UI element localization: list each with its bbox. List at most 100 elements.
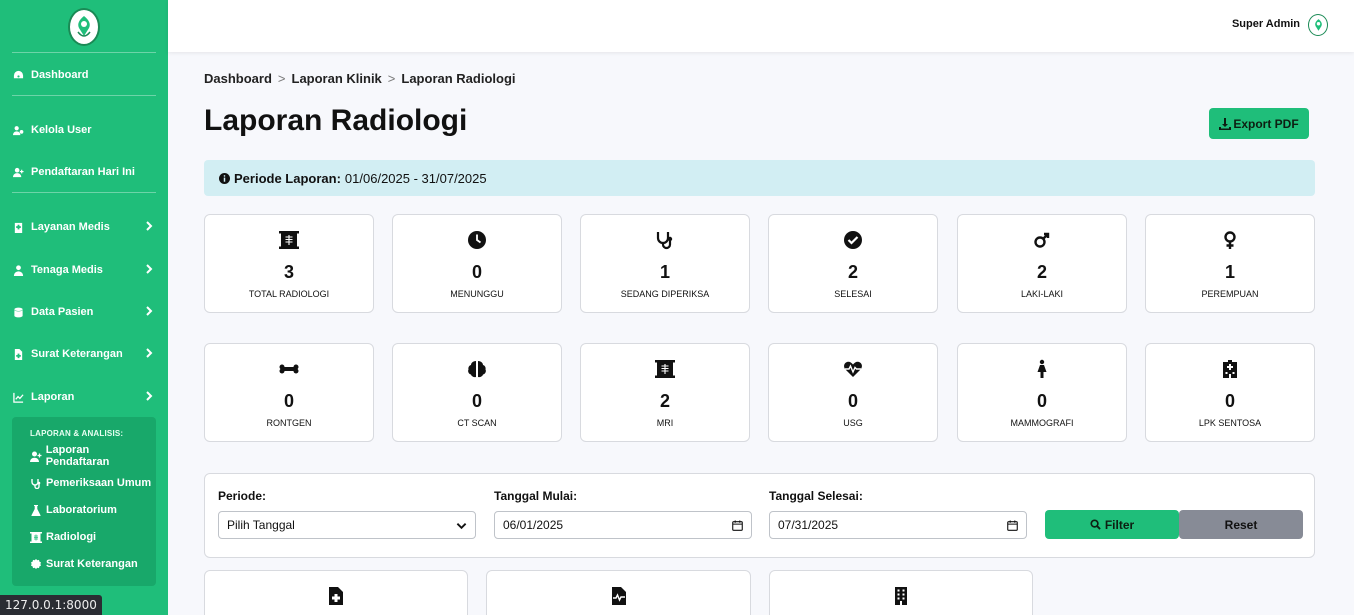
calendar-icon[interactable] [1007, 519, 1018, 531]
tanggal-mulai-label: Tanggal Mulai: [494, 489, 578, 503]
tanggal-selesai-value: 07/31/2025 [778, 518, 839, 532]
stat-card-selesai: 2 SELESAI [768, 214, 938, 313]
reset-button[interactable]: Reset [1179, 510, 1303, 539]
sidebar-item-surat-keterangan[interactable]: Surat Keterangan [0, 339, 168, 369]
stat-value: 1 [659, 262, 670, 282]
chevron-right-icon [144, 306, 154, 316]
stat-card-laki-laki: 2 LAKI-LAKI [957, 214, 1127, 313]
stethoscope-icon [656, 232, 673, 250]
sidebar-item-label: Surat Keterangan [31, 348, 123, 360]
sidebar-item-tenaga-medis[interactable]: Tenaga Medis [0, 255, 168, 285]
file-waveform-icon [611, 587, 626, 605]
sidebar-item-pendaftaran-hari-ini[interactable]: Pendaftaran Hari Ini [0, 157, 168, 187]
building-icon [895, 587, 907, 605]
sidebar-item-label: Pendaftaran Hari Ini [31, 166, 135, 178]
submenu-item-pemeriksaan-umum[interactable]: Pemeriksaan Umum [30, 474, 154, 492]
info-circle-icon [219, 172, 230, 184]
clinic-logo-icon[interactable] [68, 8, 100, 46]
sidebar-item-laporan[interactable]: Laporan [0, 382, 168, 412]
stat-label: PEREMPUAN [1201, 289, 1259, 299]
flask-icon [30, 504, 43, 516]
stat-label: MRI [656, 418, 674, 428]
sidebar: Dashboard Kelola User Pendaftaran Hari I… [0, 0, 168, 615]
stat-card-mammografi: 0 MAMMOGRAFI [957, 343, 1127, 442]
submenu-item-surat-keterangan[interactable]: Surat Keterangan [30, 555, 154, 573]
stat-value: 3 [283, 262, 294, 282]
chevron-right-icon [144, 221, 154, 231]
calendar-icon[interactable] [732, 519, 743, 531]
filter-form: Periode: Pilih Tanggal Tanggal Mulai: 06… [204, 473, 1315, 558]
submenu-item-label: Laporan Pendaftaran [45, 444, 110, 468]
clock-icon [468, 231, 486, 249]
stat-card-lpk-sentosa: 0 LPK SENTOSA [1145, 343, 1315, 442]
breadcrumb-item-laporan-radiologi: Laporan Radiologi [401, 71, 516, 86]
sidebar-item-label: Tenaga Medis [31, 264, 103, 276]
stat-value: 1 [1224, 262, 1235, 282]
page-title: Laporan Radiologi [204, 104, 468, 137]
sidebar-item-data-pasien[interactable]: Data Pasien [0, 297, 168, 327]
tanggal-mulai-value: 06/01/2025 [503, 518, 564, 532]
browser-status-url: 127.0.0.1:8000 [0, 595, 102, 615]
chevron-right-icon [144, 391, 154, 401]
stat-value: 2 [1036, 262, 1047, 282]
submenu-heading: LAPORAN & ANALISIS: [30, 429, 124, 438]
stat-label: MAMMOGRAFI [1010, 418, 1074, 428]
mars-icon [1034, 232, 1050, 248]
submenu-item-laboratorium[interactable]: Laboratorium [30, 501, 154, 519]
avatar[interactable] [1308, 14, 1328, 36]
sidebar-item-label: Dashboard [31, 69, 89, 81]
chart-line-icon [12, 391, 24, 403]
submenu-item-label: Radiologi [46, 531, 97, 543]
file-medical-icon [12, 348, 24, 360]
stat-label: MENUNGGU [450, 289, 504, 299]
sidebar-item-dashboard[interactable]: Dashboard [0, 60, 168, 90]
stat-value: 0 [847, 391, 858, 411]
periode-alert: Periode Laporan: 01/06/2025 - 31/07/2025 [204, 160, 1315, 196]
periode-alert-value: 01/06/2025 - 31/07/2025 [344, 170, 487, 186]
tanggal-selesai-label: Tanggal Selesai: [769, 489, 863, 503]
tanggal-selesai-input[interactable]: 07/31/2025 [769, 511, 1027, 539]
person-dress-icon [1037, 359, 1047, 378]
breadcrumb-separator: > [277, 71, 286, 86]
export-pdf-button[interactable]: Export PDF [1209, 108, 1309, 139]
periode-alert-label: Periode Laporan: [234, 170, 341, 186]
sidebar-item-kelola-user[interactable]: Kelola User [0, 115, 168, 145]
stat-label: USG [843, 418, 863, 428]
database-icon [12, 306, 24, 318]
stat-card-menunggu: 0 MENUNGGU [392, 214, 562, 313]
submenu-item-radiologi[interactable]: Radiologi [30, 528, 154, 546]
chevron-right-icon [144, 348, 154, 358]
stat-value: 2 [847, 262, 858, 282]
periode-select[interactable]: Pilih Tanggal [218, 511, 476, 539]
breadcrumb-item-dashboard[interactable]: Dashboard [204, 71, 272, 86]
stat-value: 0 [1224, 391, 1235, 411]
hospital-icon [1223, 360, 1237, 378]
user-name[interactable]: Super Admin [1232, 18, 1300, 30]
stat-value: 0 [1036, 391, 1047, 411]
filter-button[interactable]: Filter [1045, 510, 1179, 539]
summary-card [204, 570, 468, 615]
stat-card-total-radiologi: 3 TOTAL RADIOLOGI [204, 214, 374, 313]
stat-label: RONTGEN [266, 418, 312, 428]
download-icon [1219, 117, 1232, 130]
stat-card-mri: 2 MRI [580, 343, 750, 442]
x-ray-icon [30, 531, 43, 543]
file-medical-icon [329, 587, 343, 605]
stat-card-rontgen: 0 RONTGEN [204, 343, 374, 442]
breadcrumb-separator: > [387, 71, 396, 86]
filter-button-label: Filter [1104, 517, 1135, 532]
tanggal-mulai-input[interactable]: 06/01/2025 [494, 511, 752, 539]
stat-value: 0 [283, 391, 294, 411]
x-ray-icon [279, 231, 299, 249]
stat-value: 0 [471, 391, 482, 411]
bone-icon [279, 364, 299, 374]
summary-card [769, 570, 1033, 615]
stat-label: LAKI-LAKI [1020, 289, 1064, 299]
sidebar-item-layanan-medis[interactable]: Layanan Medis [0, 212, 168, 242]
sidebar-item-label: Layanan Medis [31, 221, 110, 233]
laporan-submenu: LAPORAN & ANALISIS: Laporan Pendaftaran … [12, 417, 156, 586]
certificate-icon [30, 558, 43, 570]
submenu-item-laporan-pendaftaran[interactable]: Laporan Pendaftaran [30, 444, 154, 468]
sidebar-item-label: Kelola User [31, 124, 92, 136]
breadcrumb-item-laporan-klinik[interactable]: Laporan Klinik [292, 71, 382, 86]
